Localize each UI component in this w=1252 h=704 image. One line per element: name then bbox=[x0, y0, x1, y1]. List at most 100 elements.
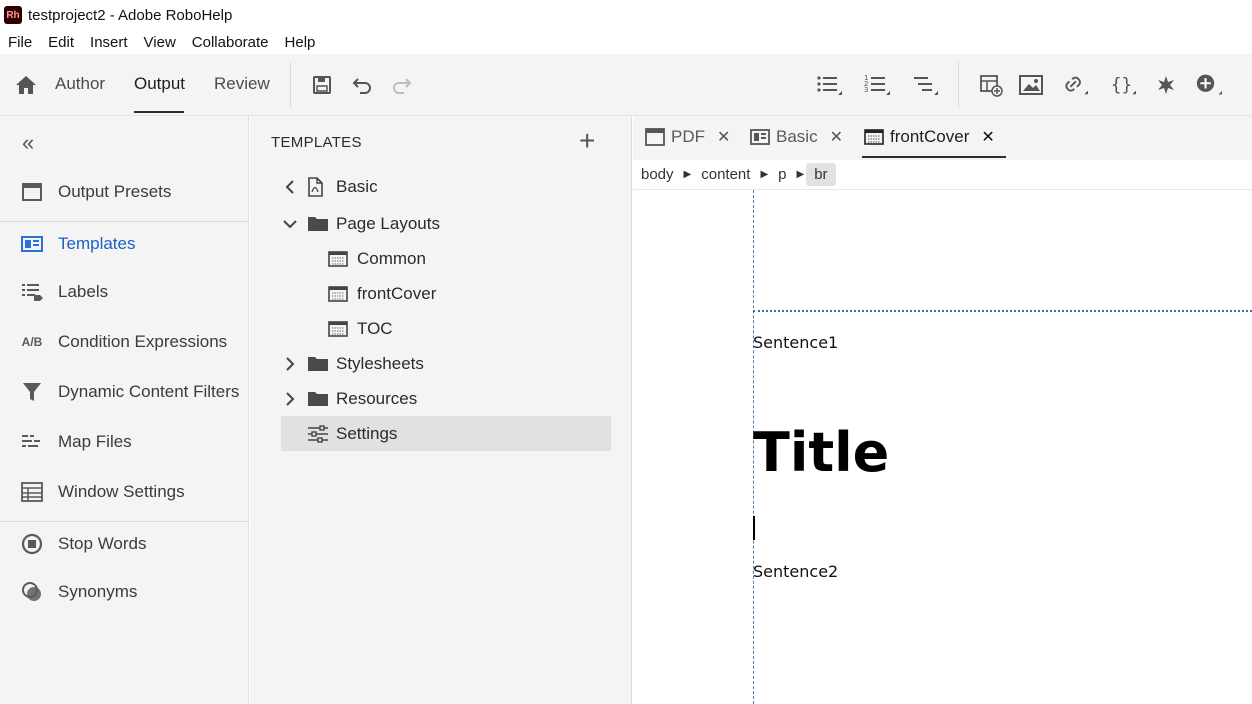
document-canvas[interactable]: Sentence1 Title Sentence2 bbox=[633, 190, 1252, 704]
nav-item-dynamic-content-filters[interactable]: Dynamic Content Filters bbox=[0, 374, 249, 410]
redo-icon[interactable] bbox=[389, 72, 415, 98]
home-icon[interactable] bbox=[14, 73, 38, 97]
tree-row-label: Page Layouts bbox=[336, 213, 440, 233]
nav-item-condition-expressions[interactable]: A/B Condition Expressions bbox=[0, 324, 249, 360]
nav-item-label: Map Files bbox=[58, 432, 132, 451]
page-layout-icon bbox=[328, 250, 350, 268]
main-toolbar: Author Output Review 123 {} bbox=[0, 54, 1252, 116]
document-title[interactable]: Title bbox=[753, 426, 889, 480]
chevron-down-icon[interactable] bbox=[281, 219, 299, 229]
tab-label: frontCover bbox=[890, 127, 970, 146]
chevron-right-icon[interactable] bbox=[281, 391, 299, 406]
menu-file[interactable]: File bbox=[0, 34, 40, 51]
menu-help[interactable]: Help bbox=[277, 34, 324, 51]
tab-label: Basic bbox=[776, 127, 818, 146]
tree-row-frontcover[interactable]: frontCover bbox=[322, 276, 611, 311]
filter-icon bbox=[20, 380, 44, 404]
back-chevron-icon[interactable] bbox=[281, 179, 299, 194]
nav-item-synonyms[interactable]: Synonyms bbox=[0, 574, 249, 610]
active-tab-indicator bbox=[862, 156, 1006, 158]
settings-sliders-icon bbox=[307, 424, 329, 443]
add-template-icon[interactable]: + bbox=[579, 125, 595, 157]
close-tab-icon[interactable]: ✕ bbox=[830, 127, 843, 147]
nav-item-map-files[interactable]: Map Files bbox=[0, 424, 249, 460]
panel-heading: TEMPLATES bbox=[271, 134, 362, 151]
tree-row-label: Resources bbox=[336, 388, 418, 408]
close-tab-icon[interactable]: ✕ bbox=[981, 127, 994, 147]
menu-bar: File Edit Insert View Collaborate Help bbox=[0, 30, 1252, 54]
save-icon[interactable] bbox=[309, 72, 335, 98]
tab-label: PDF bbox=[671, 127, 705, 146]
undo-icon[interactable] bbox=[349, 72, 375, 98]
window-settings-icon bbox=[20, 480, 44, 504]
map-files-icon bbox=[20, 430, 44, 454]
breadcrumb-content[interactable]: content bbox=[693, 163, 758, 186]
chevron-right-icon[interactable] bbox=[281, 356, 299, 371]
tab-author[interactable]: Author bbox=[55, 74, 105, 94]
nav-item-templates[interactable]: Templates bbox=[0, 226, 249, 262]
tree-row-common[interactable]: Common bbox=[322, 241, 611, 276]
tab-output[interactable]: Output bbox=[134, 74, 185, 94]
pdf-template-icon bbox=[307, 176, 329, 197]
tree-row-basic[interactable]: Basic bbox=[281, 169, 611, 204]
folder-icon bbox=[307, 355, 329, 373]
breadcrumb-br[interactable]: br bbox=[806, 163, 836, 186]
nav-item-label: Dynamic Content Filters bbox=[58, 382, 240, 401]
special-element-icon[interactable] bbox=[1153, 72, 1179, 98]
document-sentence-2[interactable]: Sentence2 bbox=[753, 562, 838, 581]
tree-row-resources[interactable]: Resources bbox=[281, 381, 611, 416]
nav-item-window-settings[interactable]: Window Settings bbox=[0, 474, 249, 510]
tree-row-label: Basic bbox=[336, 176, 378, 196]
menu-collaborate[interactable]: Collaborate bbox=[184, 34, 277, 51]
nav-item-label: Synonyms bbox=[58, 582, 138, 601]
numbered-list-icon[interactable]: 123 bbox=[864, 72, 890, 98]
bullet-list-icon[interactable] bbox=[816, 72, 842, 98]
title-bar: Rh testproject2 - Adobe RoboHelp bbox=[0, 0, 1252, 30]
menu-edit[interactable]: Edit bbox=[40, 34, 82, 51]
page-layout-icon bbox=[328, 320, 350, 338]
menu-insert[interactable]: Insert bbox=[82, 34, 136, 51]
tab-review[interactable]: Review bbox=[214, 74, 270, 94]
ab-icon: A/B bbox=[21, 335, 43, 349]
insert-image-icon[interactable] bbox=[1018, 72, 1044, 98]
tree-row-toc[interactable]: TOC bbox=[322, 311, 611, 346]
code-braces-icon[interactable]: {} bbox=[1110, 72, 1136, 98]
editor-tab-pdf[interactable]: PDF ✕ bbox=[645, 116, 730, 158]
nav-item-label: Stop Words bbox=[58, 534, 147, 553]
editor-tab-strip: PDF ✕ Basic ✕ frontCover ✕ bbox=[633, 116, 1252, 160]
labels-icon bbox=[20, 280, 44, 304]
toolbar-divider-2 bbox=[958, 62, 959, 108]
insert-table-icon[interactable] bbox=[978, 72, 1004, 98]
breadcrumb-p[interactable]: p bbox=[770, 163, 794, 186]
templates-icon bbox=[20, 232, 44, 256]
tree-row-page-layouts[interactable]: Page Layouts bbox=[281, 206, 611, 241]
multilevel-list-icon[interactable] bbox=[912, 72, 938, 98]
insert-link-icon[interactable] bbox=[1062, 72, 1088, 98]
tree-row-stylesheets[interactable]: Stylesheets bbox=[281, 346, 611, 381]
breadcrumb-body[interactable]: body bbox=[633, 163, 682, 186]
output-preset-icon bbox=[645, 128, 665, 146]
element-breadcrumb: body ▶ content ▶ p ▶ br bbox=[633, 160, 1252, 190]
close-tab-icon[interactable]: ✕ bbox=[717, 127, 730, 147]
nav-item-stop-words[interactable]: Stop Words bbox=[0, 526, 249, 562]
breadcrumb-separator-icon: ▶ bbox=[683, 169, 692, 180]
margin-guide-horizontal bbox=[753, 310, 1252, 312]
nav-item-output-presets[interactable]: Output Presets bbox=[0, 174, 249, 210]
breadcrumb-separator-icon: ▶ bbox=[760, 169, 769, 180]
folder-icon bbox=[307, 390, 329, 408]
synonyms-icon bbox=[20, 580, 44, 604]
nav-item-label: Output Presets bbox=[58, 182, 172, 201]
nav-item-label: Window Settings bbox=[58, 482, 185, 501]
document-sentence-1[interactable]: Sentence1 bbox=[753, 333, 838, 352]
collapse-panel-icon[interactable]: « bbox=[22, 130, 34, 156]
add-circle-icon[interactable] bbox=[1196, 72, 1222, 98]
output-presets-icon bbox=[20, 180, 44, 204]
editor-tab-frontcover[interactable]: frontCover ✕ bbox=[864, 116, 995, 158]
breadcrumb-separator-icon: ▶ bbox=[796, 169, 805, 180]
nav-item-labels[interactable]: Labels bbox=[0, 274, 249, 310]
nav-divider bbox=[0, 521, 249, 522]
svg-text:3: 3 bbox=[864, 86, 868, 94]
tree-row-settings[interactable]: Settings bbox=[281, 416, 611, 451]
menu-view[interactable]: View bbox=[136, 34, 184, 51]
editor-tab-basic[interactable]: Basic ✕ bbox=[750, 116, 843, 158]
